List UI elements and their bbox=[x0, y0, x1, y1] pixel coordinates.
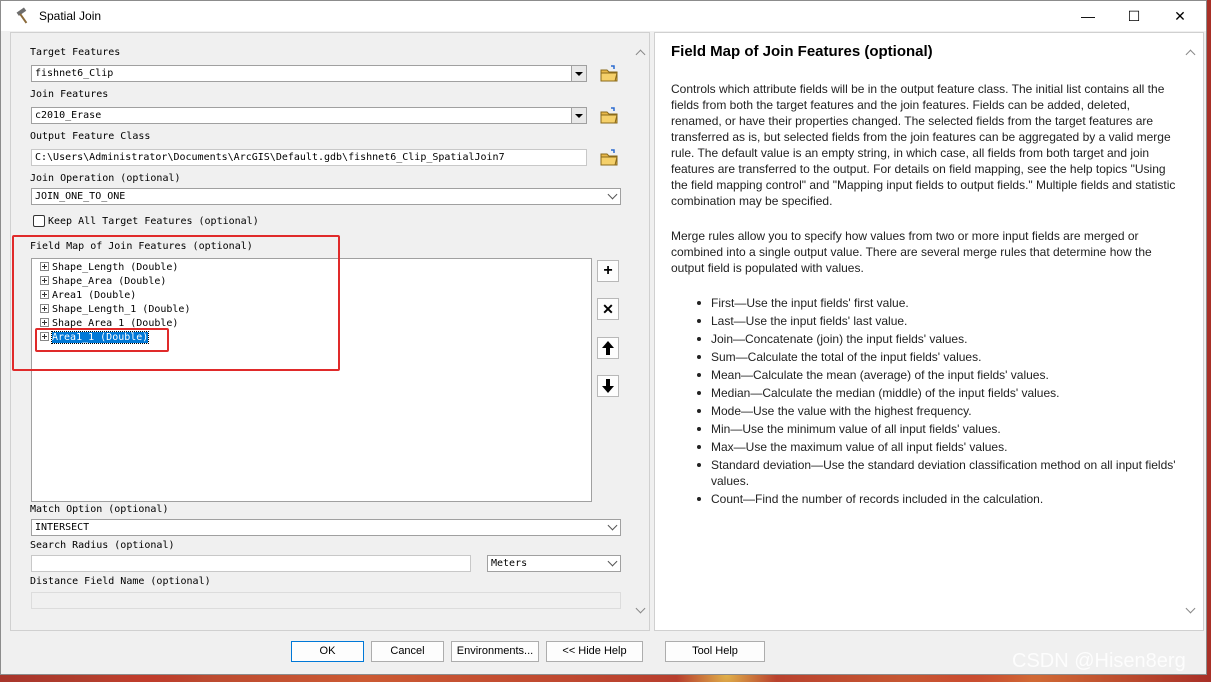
help-title: Field Map of Join Features (optional) bbox=[671, 43, 933, 60]
match-option-label: Match Option (optional) bbox=[30, 504, 169, 515]
join-operation-combo[interactable]: JOIN_ONE_TO_ONE bbox=[31, 188, 621, 205]
help-pane: Field Map of Join Features (optional) Co… bbox=[654, 32, 1204, 631]
distance-field-input[interactable] bbox=[31, 592, 621, 609]
add-field-button[interactable]: + bbox=[597, 260, 619, 282]
join-features-combo[interactable]: c2010_Erase bbox=[31, 107, 587, 124]
list-item: Standard deviation—Use the standard devi… bbox=[695, 457, 1185, 489]
list-item: Min—Use the minimum value of all input f… bbox=[695, 421, 1185, 437]
hide-help-button[interactable]: << Hide Help bbox=[546, 641, 643, 662]
chevron-down-icon[interactable] bbox=[606, 556, 620, 571]
cancel-button[interactable]: Cancel bbox=[371, 641, 444, 662]
close-button[interactable]: ✕ bbox=[1157, 1, 1203, 31]
list-item: Mean—Calculate the mean (average) of the… bbox=[695, 367, 1185, 383]
search-radius-label: Search Radius (optional) bbox=[30, 540, 175, 551]
browse-folder-icon[interactable] bbox=[598, 63, 620, 85]
scroll-down-icon[interactable] bbox=[635, 603, 646, 614]
match-option-combo[interactable]: INTERSECT bbox=[31, 519, 621, 536]
merge-rules-list: First—Use the input fields' first value.… bbox=[695, 295, 1185, 509]
chevron-down-icon[interactable] bbox=[571, 66, 586, 81]
maximize-button[interactable]: ☐ bbox=[1111, 1, 1157, 31]
scroll-down-icon[interactable] bbox=[1185, 603, 1196, 614]
scroll-up-icon[interactable] bbox=[1185, 49, 1196, 60]
minimize-button[interactable]: — bbox=[1065, 1, 1111, 31]
help-scrollbar[interactable] bbox=[1184, 45, 1198, 621]
left-scrollbar[interactable] bbox=[634, 45, 648, 621]
output-feature-class-label: Output Feature Class bbox=[30, 131, 151, 142]
chevron-down-icon[interactable] bbox=[571, 108, 586, 123]
title-bar: Spatial Join — ☐ ✕ bbox=[1, 1, 1206, 31]
join-operation-value: JOIN_ONE_TO_ONE bbox=[35, 191, 126, 202]
search-radius-unit: Meters bbox=[491, 558, 528, 569]
join-operation-label: Join Operation (optional) bbox=[30, 173, 181, 184]
list-item: Mode—Use the value with the highest freq… bbox=[695, 403, 1185, 419]
arrow-up-icon bbox=[602, 341, 614, 355]
browse-folder-icon[interactable] bbox=[598, 147, 620, 169]
keep-all-label: Keep All Target Features (optional) bbox=[48, 216, 259, 227]
list-item: Median—Calculate the median (middle) of … bbox=[695, 385, 1185, 401]
target-features-value: fishnet6_Clip bbox=[35, 68, 114, 79]
join-features-value: c2010_Erase bbox=[35, 110, 102, 121]
tool-help-button[interactable]: Tool Help bbox=[665, 641, 765, 662]
move-up-button[interactable] bbox=[597, 337, 619, 359]
match-option-value: INTERSECT bbox=[35, 522, 90, 533]
output-feature-class-input[interactable]: C:\Users\Administrator\Documents\ArcGIS\… bbox=[31, 149, 587, 166]
annotation-highlight-box bbox=[35, 328, 169, 352]
ok-button[interactable]: OK bbox=[291, 641, 364, 662]
list-item: Join—Concatenate (join) the input fields… bbox=[695, 331, 1185, 347]
parameters-pane: Target Features fishnet6_Clip Join Featu… bbox=[10, 32, 650, 631]
remove-field-button[interactable]: ✕ bbox=[597, 298, 619, 320]
list-item: Last—Use the input fields' last value. bbox=[695, 313, 1185, 329]
list-item: Max—Use the maximum value of all input f… bbox=[695, 439, 1185, 455]
search-radius-input[interactable] bbox=[31, 555, 471, 572]
list-item: Sum—Calculate the total of the input fie… bbox=[695, 349, 1185, 365]
arrow-down-icon bbox=[602, 379, 614, 393]
list-item: First—Use the input fields' first value. bbox=[695, 295, 1185, 311]
window-title: Spatial Join bbox=[39, 9, 102, 23]
target-features-combo[interactable]: fishnet6_Clip bbox=[31, 65, 587, 82]
help-paragraph: Controls which attribute fields will be … bbox=[671, 82, 1176, 208]
target-features-label: Target Features bbox=[30, 47, 121, 58]
join-features-label: Join Features bbox=[30, 89, 109, 100]
move-down-button[interactable] bbox=[597, 375, 619, 397]
hammer-icon bbox=[16, 7, 28, 24]
keep-all-checkbox[interactable] bbox=[33, 215, 45, 227]
spatial-join-dialog: Spatial Join — ☐ ✕ Target Features fishn… bbox=[0, 0, 1207, 675]
distance-field-label: Distance Field Name (optional) bbox=[30, 576, 211, 587]
list-item: Count—Find the number of records include… bbox=[695, 491, 1185, 507]
watermark: CSDN @Hisen8erg bbox=[1012, 650, 1186, 672]
environments-button[interactable]: Environments... bbox=[451, 641, 539, 662]
scroll-up-icon[interactable] bbox=[635, 49, 646, 60]
search-radius-unit-combo[interactable]: Meters bbox=[487, 555, 621, 572]
browse-folder-icon[interactable] bbox=[598, 105, 620, 127]
chevron-down-icon[interactable] bbox=[606, 189, 620, 204]
help-paragraph: Merge rules allow you to specify how val… bbox=[671, 229, 1152, 275]
chevron-down-icon[interactable] bbox=[606, 520, 620, 535]
